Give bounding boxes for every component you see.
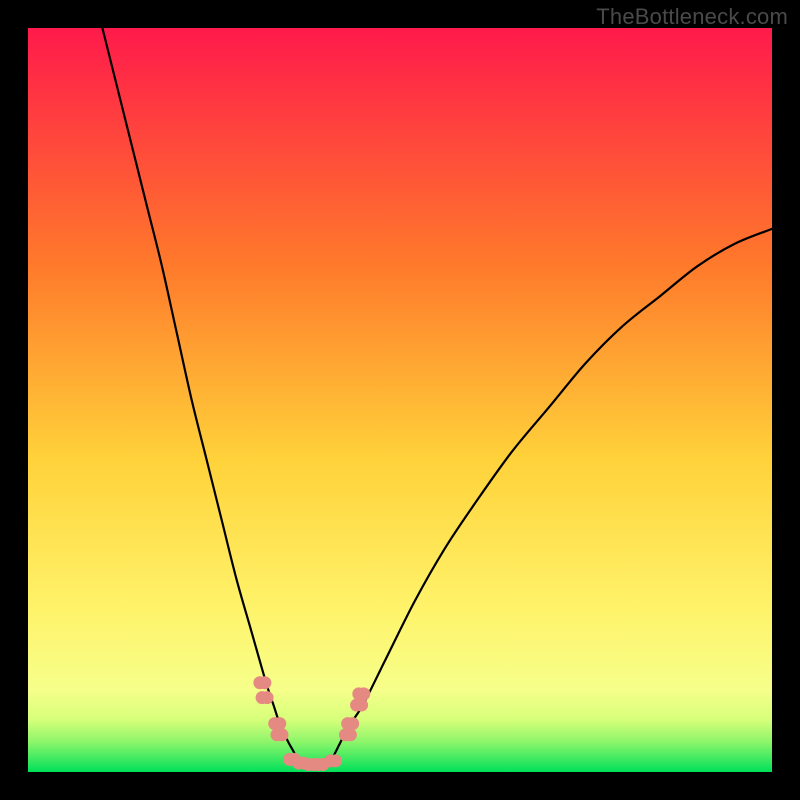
watermark-text: TheBottleneck.com bbox=[596, 4, 788, 30]
data-marker bbox=[270, 728, 288, 741]
gradient-bg bbox=[28, 28, 772, 772]
data-marker bbox=[339, 728, 357, 741]
data-marker bbox=[253, 676, 271, 689]
plot-area bbox=[28, 28, 772, 772]
data-marker bbox=[268, 717, 286, 730]
data-marker bbox=[324, 754, 342, 767]
data-marker bbox=[256, 691, 274, 704]
chart-frame: TheBottleneck.com bbox=[0, 0, 800, 800]
data-marker bbox=[352, 687, 370, 700]
data-marker bbox=[341, 717, 359, 730]
data-marker bbox=[350, 699, 368, 712]
plot-svg bbox=[28, 28, 772, 772]
